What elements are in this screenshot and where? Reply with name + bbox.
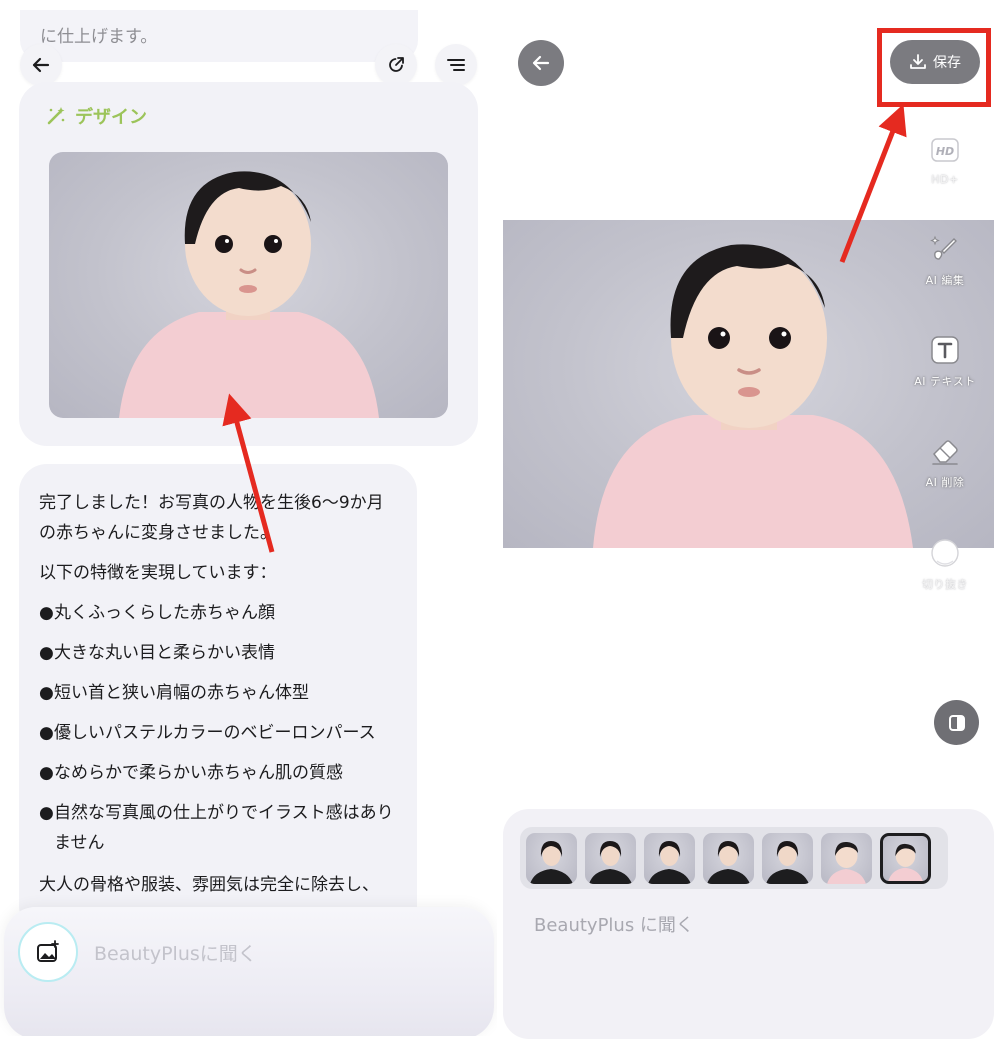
editor-back-button[interactable] [518,40,564,86]
share-button[interactable] [375,44,417,86]
history-thumbnail[interactable] [644,832,695,884]
hd-icon: HD [928,133,962,167]
history-thumbnail-selected[interactable] [880,832,931,884]
feature-bullet: ● 丸くふっくらした赤ちゃん顔 [39,598,409,628]
adult-portrait-thumbnail [530,840,573,884]
history-thumbnail[interactable] [585,832,636,884]
baby-portrait-illustration [119,171,379,418]
editor-input-placeholder: BeautyPlus に聞く [534,915,694,936]
tool-label: HD+ [931,173,959,186]
adult-portrait-thumbnail [648,840,691,884]
previous-message-snippet: に仕上げます。 [20,10,418,62]
arrow-left-icon [32,57,50,73]
eraser-icon [928,434,962,468]
feature-bullet: ● 短い首と狭い肩幅の赤ちゃん体型 [39,678,409,708]
feature-bullet: ● 自然な写真風の仕上がりでイラスト感はありません [39,798,399,858]
tool-hd[interactable]: HD HD+ [905,133,985,186]
tool-ai-text[interactable]: AI テキスト [905,333,985,389]
feature-bullet-text: 優しいパステルカラーのベビーロンパース [54,723,376,743]
tool-ai-erase[interactable]: AI 削除 [905,434,985,490]
design-title: デザイン [75,107,147,128]
list-menu-icon [447,59,465,71]
feature-bullet: ● 優しいパステルカラーのベビーロンパース [39,718,409,748]
text-icon [928,333,962,367]
message-intro: 完了しました！お写真の人物を生後6〜9か月の赤ちゃんに変身させました。 [39,493,384,543]
save-highlight-box [877,28,991,107]
tool-label: AI テキスト [914,375,976,388]
history-thumbnail[interactable] [821,832,872,884]
image-add-icon [37,940,59,962]
history-thumbnail[interactable] [703,832,754,884]
feature-bullet-text: 大きな丸い目と柔らかい表情 [54,643,275,663]
arrow-left-icon [532,55,550,71]
add-image-button[interactable] [18,922,78,982]
design-header: デザイン [45,103,147,129]
external-share-icon [389,57,404,72]
baby-portrait-thumbnail [827,841,866,884]
chat-input-placeholder: BeautyPlusに聞く [94,943,257,965]
chat-input-bar[interactable]: BeautyPlusに聞く [4,907,494,1036]
adult-portrait-thumbnail [766,840,809,884]
compare-split-icon [948,714,965,731]
chat-panel: に仕上げます。 デザイン 完了しました！お写真の人物を生後6〜9か月の赤ちゃんに… [0,0,497,1036]
adult-portrait-thumbnail [707,840,750,884]
feature-bullet-text: 丸くふっくらした赤ちゃん顔 [54,603,275,623]
feature-bullet-text: なめらかで柔らかい赤ちゃん肌の質感 [54,763,343,783]
generated-baby-photo[interactable] [49,152,448,418]
back-button[interactable] [20,44,62,86]
editor-panel: 保存 HD HD+ AI 編集 AI テキスト AI 削除 切り抜き Beaut… [500,0,1002,1039]
history-thumbnail-strip [520,827,948,889]
feature-bullet: ● 大きな丸い目と柔らかい表情 [39,638,409,668]
tool-label: 切り抜き [922,578,968,591]
feature-bullet-text: 自然な写真風の仕上がりでイラスト感はありません [54,803,394,853]
baby-portrait-thumbnail [888,843,923,881]
previous-message-text: に仕上げます。 [40,27,158,47]
tool-label: AI 編集 [925,274,965,287]
feature-bullet-text: 短い首と狭い肩幅の赤ちゃん体型 [54,683,309,703]
svg-text:HD: HD [936,145,954,158]
feature-bullet: ● なめらかで柔らかい赤ちゃん肌の質感 [39,758,409,788]
cutout-icon [928,536,962,570]
message-closing: 大人の骨格や服装、雰囲気は完全に除去し、 [39,875,379,895]
history-thumbnail[interactable] [762,832,813,884]
menu-button[interactable] [435,44,477,86]
assistant-message-card: 完了しました！お写真の人物を生後6〜9か月の赤ちゃんに変身させました。 以下の特… [19,464,417,934]
adult-portrait-thumbnail [589,840,632,884]
magic-wand-icon [47,107,65,125]
ai-edit-brush-icon [928,232,962,266]
compare-button[interactable] [934,700,979,745]
tool-ai-edit[interactable]: AI 編集 [905,232,985,288]
design-result-card: デザイン [19,82,478,446]
editor-bottom-panel: BeautyPlus に聞く [503,809,994,1039]
tool-label: AI 削除 [925,476,965,489]
tool-cutout[interactable]: 切り抜き [905,536,985,592]
features-heading: 以下の特徴を実現しています： [39,563,277,583]
history-thumbnail[interactable] [526,832,577,884]
